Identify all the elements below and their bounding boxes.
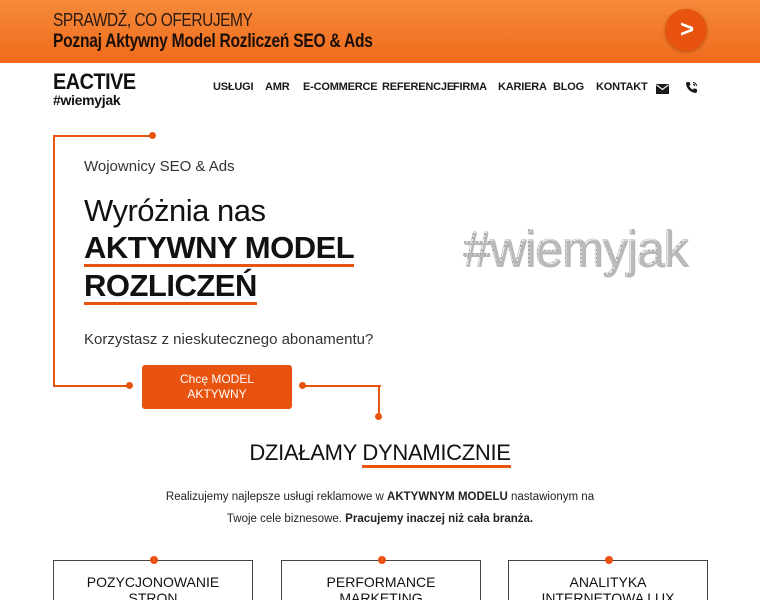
card-dot bbox=[605, 556, 613, 564]
site-header: EACTIVE #wiemyjak USŁUGI AMR E-COMMERCE … bbox=[0, 63, 760, 115]
card-title: PERFORMANCE MARKETING bbox=[282, 574, 480, 600]
section-title-plain: DZIAŁAMY bbox=[249, 440, 363, 465]
card-title-line2: MARKETING bbox=[339, 590, 423, 600]
frame-line-top bbox=[53, 135, 153, 137]
promo-banner[interactable]: SPRAWDŹ, CO OFERUJEMY Poznaj Aktywny Mod… bbox=[0, 0, 760, 63]
promo-arrow-button[interactable]: > bbox=[665, 9, 707, 51]
nav-item-kontakt[interactable]: KONTAKT bbox=[596, 81, 648, 93]
frame-dot-bottom bbox=[375, 413, 382, 420]
cta-button[interactable]: Chcę MODEL AKTYWNY bbox=[142, 365, 292, 409]
card-title-line1: POZYCJONOWANIE bbox=[86, 574, 220, 590]
main-nav: USŁUGI AMR E-COMMERCE REFERENCJE FIRMA K… bbox=[0, 81, 760, 97]
card-title: POZYCJONOWANIE STRON bbox=[54, 574, 252, 600]
card-title-line2: STRON bbox=[128, 590, 178, 600]
card-dot bbox=[150, 556, 158, 564]
section-body-text-1: Realizujemy najlepsze usługi reklamowe w bbox=[165, 491, 388, 503]
frame-line-left bbox=[53, 135, 55, 387]
frame-dot-top bbox=[149, 132, 156, 139]
promo-title[interactable]: Poznaj Aktywny Model Rozliczeń SEO & Ads bbox=[53, 31, 373, 53]
hero-headline-line3: ROZLICZEŃ bbox=[84, 268, 257, 305]
hero-subtitle: Korzystasz z nieskutecznego abonamentu? bbox=[84, 331, 374, 348]
promo-pre-title: SPRAWDŹ, CO OFERUJEMY bbox=[53, 10, 253, 30]
chevron-right-icon: > bbox=[679, 16, 694, 43]
hashtag-graphic: #wiemyjak bbox=[463, 221, 689, 278]
frame-line-bottom-right bbox=[302, 385, 381, 387]
service-card-seo[interactable]: POZYCJONOWANIE STRON bbox=[53, 556, 253, 600]
card-dot bbox=[378, 556, 386, 564]
nav-item-kariera[interactable]: KARIERA bbox=[498, 81, 547, 93]
section-body: Realizujemy najlepsze usługi reklamowe w… bbox=[150, 486, 610, 530]
frame-line-right bbox=[378, 385, 380, 415]
card-title-line1: ANALITYKA bbox=[569, 574, 647, 590]
section-title: DZIAŁAMY DYNAMICZNIE bbox=[0, 440, 760, 468]
section-body-bold-2: Pracujemy inaczej niż cała branża. bbox=[345, 513, 534, 525]
card-title-line2: INTERNETOWA LUX bbox=[541, 590, 675, 600]
service-card-analytics[interactable]: ANALITYKA INTERNETOWA LUX bbox=[508, 556, 708, 600]
cta-label-line1: Chcę MODEL bbox=[179, 372, 255, 386]
section-title-highlight: DYNAMICZNIE bbox=[362, 441, 511, 468]
service-card-performance[interactable]: PERFORMANCE MARKETING bbox=[281, 556, 481, 600]
nav-item-amr[interactable]: AMR bbox=[265, 81, 290, 93]
hero-kicker: Wojownicy SEO & Ads bbox=[84, 158, 235, 175]
nav-item-uslugi[interactable]: USŁUGI bbox=[213, 81, 254, 93]
hero-headline-line1: Wyróżnia nas bbox=[84, 193, 266, 228]
hero-headline-line2: AKTYWNY MODEL bbox=[84, 230, 355, 267]
nav-item-ecommerce[interactable]: E-COMMERCE bbox=[303, 81, 378, 93]
nav-item-firma[interactable]: FIRMA bbox=[453, 81, 487, 93]
nav-item-blog[interactable]: BLOG bbox=[553, 81, 584, 93]
card-title: ANALITYKA INTERNETOWA LUX bbox=[509, 574, 707, 600]
nav-item-referencje[interactable]: REFERENCJE bbox=[382, 81, 454, 93]
frame-dot-left bbox=[126, 382, 133, 389]
frame-line-bottom-left bbox=[53, 385, 129, 387]
phone-icon[interactable] bbox=[685, 81, 699, 95]
section-body-bold-1: AKTYWNYM MODELU bbox=[387, 491, 508, 503]
cta-label-line2: AKTYWNY bbox=[187, 387, 247, 401]
envelope-icon[interactable] bbox=[656, 81, 670, 95]
card-title-line1: PERFORMANCE bbox=[326, 574, 436, 590]
hero-headline: Wyróżnia nas AKTYWNY MODEL ROZLICZEŃ bbox=[84, 192, 355, 305]
